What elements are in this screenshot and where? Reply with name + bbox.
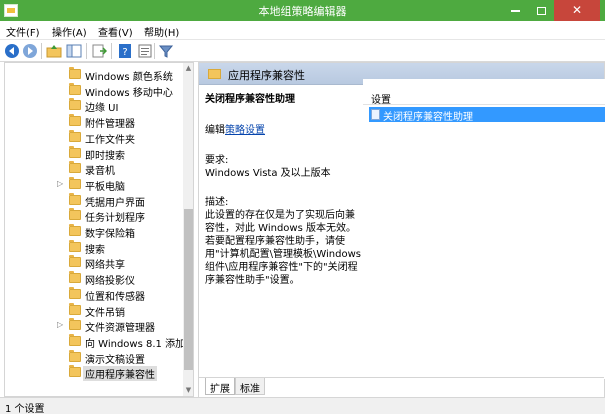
folder-icon <box>69 365 81 378</box>
settings-list: 设置 关闭程序兼容性助理 <box>363 79 605 379</box>
details-pane: 应用程序兼容性 关闭程序兼容性助理 编辑策略设置 要求: Windows Vis… <box>198 62 605 397</box>
folder-icon <box>69 333 81 346</box>
svg-text:?: ? <box>122 47 127 58</box>
tree-item[interactable]: 网络投影仪 <box>5 270 183 287</box>
folder-icon <box>69 67 81 79</box>
folder-icon <box>69 349 81 362</box>
folder-icon <box>69 114 81 127</box>
toolbar-separator <box>41 43 42 59</box>
scroll-thumb[interactable] <box>184 209 193 370</box>
tree-item[interactable]: 工作文件夹 <box>5 129 183 146</box>
toolbar-separator <box>154 43 155 59</box>
tree-item[interactable]: 演示文稿设置 <box>5 349 183 366</box>
folder-icon <box>69 129 81 142</box>
tree-item[interactable]: 文件吊销 <box>5 302 183 319</box>
tree-item[interactable]: ▷ 平板电脑 <box>5 176 183 193</box>
menu-action[interactable]: 操作(A) <box>52 24 87 39</box>
tree-item[interactable]: 即时搜索 <box>5 145 183 162</box>
tab-extended[interactable]: 扩展 <box>205 378 235 395</box>
folder-icon <box>69 318 81 331</box>
toolbar-separator <box>86 43 87 59</box>
tree-item-label: 应用程序兼容性 <box>83 366 157 382</box>
tree-item[interactable]: 录音机 <box>5 160 183 177</box>
folder-icon <box>69 98 81 111</box>
edit-policy-link[interactable]: 策略设置 <box>225 125 265 136</box>
tree-item[interactable]: 向 Windows 8.1 添加功 <box>5 333 193 350</box>
minimize-button[interactable] <box>501 0 529 21</box>
up-folder-icon[interactable] <box>46 43 62 59</box>
tree-item[interactable]: 数字保险箱 <box>5 223 183 240</box>
folder-icon <box>69 161 81 174</box>
menu-view[interactable]: 查看(V) <box>98 24 133 39</box>
folder-icon <box>69 176 81 189</box>
tree-scrollbar[interactable]: ▲ ▼ <box>183 63 193 396</box>
tree-item[interactable]: 应用程序兼容性 <box>5 364 183 382</box>
menu-help[interactable]: 帮助(H) <box>144 24 179 39</box>
menu-bar: 文件(F) 操作(A) 查看(V) 帮助(H) <box>0 21 605 40</box>
scroll-up-icon[interactable]: ▲ <box>183 63 193 74</box>
folder-icon <box>69 208 81 221</box>
requirements-value: Windows Vista 及以上版本 <box>205 168 331 179</box>
expand-arrow-icon[interactable]: ▷ <box>57 179 63 188</box>
folder-icon <box>69 302 81 315</box>
policy-tree-pane: Windows 颜色系统 Windows 移动中心 边缘 UI 附件管理器 工作文件夹即… <box>4 62 194 397</box>
tree-item[interactable]: 凭据用户界面 <box>5 192 183 209</box>
tree-item[interactable]: 位置和传感器 <box>5 286 183 303</box>
back-arrow-icon[interactable] <box>4 43 20 59</box>
toolbar: ? <box>0 40 605 62</box>
status-bar: 1 个设置 <box>0 397 605 414</box>
view-tabs: 扩展 标准 <box>199 377 604 397</box>
tree-item[interactable]: Windows 移动中心 <box>5 82 183 99</box>
maximize-button[interactable] <box>527 0 555 21</box>
policy-setting-icon <box>371 109 380 120</box>
folder-icon <box>69 82 81 95</box>
edit-prefix: 编辑 <box>205 125 225 136</box>
folder-icon <box>69 255 81 268</box>
close-icon: ✕ <box>571 3 583 17</box>
folder-icon <box>69 239 81 252</box>
setting-row[interactable]: 关闭程序兼容性助理 <box>369 107 605 123</box>
export-list-icon[interactable] <box>91 43 107 59</box>
details-title: 应用程序兼容性 <box>228 69 305 82</box>
toolbar-separator <box>111 43 112 59</box>
tree-item[interactable]: 附件管理器 <box>5 113 183 130</box>
properties-icon[interactable] <box>137 43 153 59</box>
folder-icon <box>69 145 81 158</box>
tree-item[interactable]: Windows 颜色系统 <box>5 66 183 83</box>
menu-file[interactable]: 文件(F) <box>6 24 40 39</box>
help-icon[interactable]: ? <box>117 43 133 59</box>
maximize-icon <box>536 6 546 15</box>
folder-icon <box>69 286 81 299</box>
edit-line: 编辑策略设置 <box>205 124 363 137</box>
status-text: 1 个设置 <box>5 404 45 414</box>
folder-icon <box>69 271 81 284</box>
folder-icon <box>69 192 81 205</box>
description-text: 此设置的存在仅是为了实现后向兼容性，对此 Windows 版本无效。若要配置程序… <box>205 210 361 286</box>
expand-arrow-icon[interactable]: ▷ <box>57 320 63 329</box>
show-hide-tree-icon[interactable] <box>66 43 82 59</box>
scroll-down-icon[interactable]: ▼ <box>183 385 193 396</box>
policy-description-panel: 关闭程序兼容性助理 编辑策略设置 要求: Windows Vista 及以上版本… <box>205 93 363 287</box>
folder-icon <box>69 224 81 236</box>
tree-item[interactable]: 任务计划程序 <box>5 207 183 224</box>
tab-standard[interactable]: 标准 <box>235 378 265 395</box>
requirements-label: 要求: <box>205 155 229 166</box>
title-bar: 本地组策略编辑器 ✕ <box>0 0 605 21</box>
policy-title: 关闭程序兼容性助理 <box>205 94 295 105</box>
description-label: 描述: <box>205 197 229 208</box>
column-divider <box>363 104 605 105</box>
forward-arrow-icon[interactable] <box>22 43 38 59</box>
tree-item[interactable]: 边缘 UI <box>5 97 183 114</box>
tree-item[interactable]: 网络共享 <box>5 254 183 271</box>
tree-item[interactable]: ▷ 文件资源管理器 <box>5 317 183 334</box>
minimize-icon <box>510 9 520 12</box>
filter-icon[interactable] <box>158 43 174 59</box>
tree-item[interactable]: 搜索 <box>5 239 183 256</box>
folder-icon <box>208 69 221 79</box>
close-button[interactable]: ✕ <box>554 0 600 21</box>
setting-row-label: 关闭程序兼容性助理 <box>383 112 473 123</box>
